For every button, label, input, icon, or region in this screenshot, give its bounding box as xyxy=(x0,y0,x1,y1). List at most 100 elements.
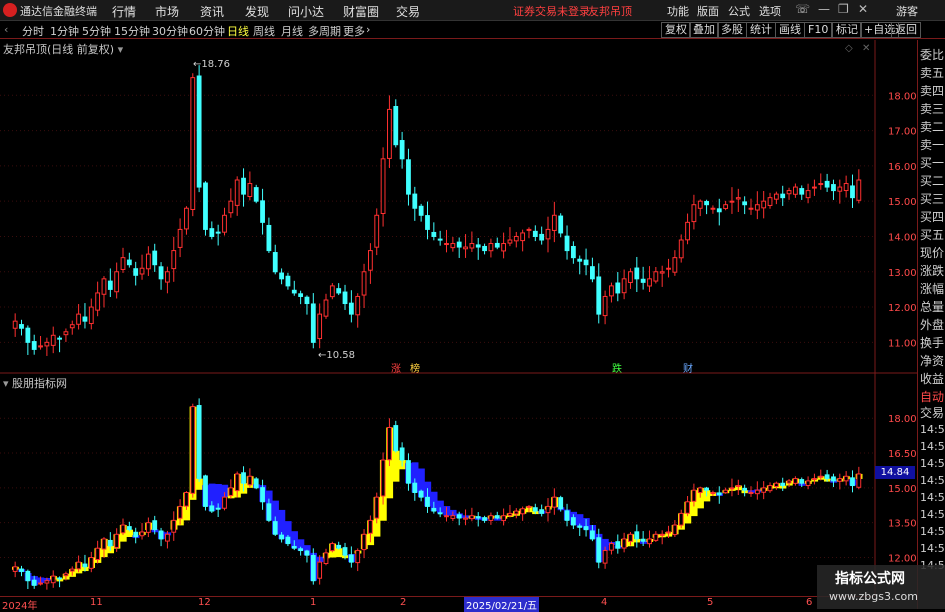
panel-trade-label[interactable]: 交易 xyxy=(920,404,944,421)
candle-body xyxy=(228,200,234,214)
marker-dragon-tiger-list[interactable]: 榜 xyxy=(410,360,420,375)
candle-body xyxy=(57,577,62,580)
candle-body xyxy=(342,547,348,556)
candle-body xyxy=(628,271,633,283)
candle-body xyxy=(558,215,564,234)
price-tick-label: 11.00 xyxy=(888,338,917,349)
candle-body xyxy=(818,183,824,186)
candle-body xyxy=(767,197,773,206)
candle-body xyxy=(114,533,120,548)
tick-time: 14:56 xyxy=(920,525,945,538)
candle-body xyxy=(716,492,722,496)
candle-body xyxy=(850,477,855,487)
candle-body xyxy=(50,334,56,346)
candle-body xyxy=(387,427,392,461)
candle-body xyxy=(678,239,684,259)
marker-limit-up[interactable]: 涨 xyxy=(391,360,401,375)
candle-body xyxy=(209,228,215,237)
candle-body xyxy=(520,508,526,515)
sub-chart-title: 股朋指标网 xyxy=(12,377,68,390)
panel-label-outer: 外盘 xyxy=(920,318,945,332)
candle-body xyxy=(659,533,665,536)
candle-body xyxy=(691,489,697,502)
candle-body xyxy=(374,214,380,248)
candle-body xyxy=(228,487,234,496)
price-tick-label: 16.00 xyxy=(888,162,917,173)
candle-body xyxy=(501,515,507,522)
candle-body xyxy=(120,257,126,270)
candle-body xyxy=(628,533,633,542)
candle-body xyxy=(95,292,101,311)
sub-header-dropdown-icon[interactable]: ▾ xyxy=(3,377,9,390)
candle-body xyxy=(742,201,748,206)
marker-finance[interactable]: 财 xyxy=(683,360,693,375)
candle-body xyxy=(824,474,830,480)
candle-body xyxy=(564,235,570,252)
candle-body xyxy=(241,472,246,484)
candle-body xyxy=(532,507,538,512)
candle-body xyxy=(139,267,145,275)
header-dropdown-icon[interactable]: ▾ xyxy=(118,43,124,56)
candle-body xyxy=(653,533,659,541)
kline-chart[interactable]: 18.00 17.00 16.00 15.00 14.00 13.00 12.00 11.00… xyxy=(0,0,945,609)
candle-body xyxy=(101,538,107,550)
candle-body xyxy=(177,228,183,248)
candle-body xyxy=(685,221,690,241)
candle-body xyxy=(532,230,538,237)
date-axis: 2024年 11 12 1 2 2025/02/21/五 4 5 6 xyxy=(0,596,875,612)
candle-body xyxy=(69,568,75,572)
candle-body xyxy=(165,271,170,283)
candle-body xyxy=(412,482,418,494)
candle-body xyxy=(773,193,779,200)
candle-body xyxy=(12,320,18,329)
candle-body xyxy=(697,200,703,209)
high-price-label: ←18.76 xyxy=(193,59,231,70)
candle-body xyxy=(126,526,132,531)
price-tick-label: 12.00 xyxy=(888,303,917,314)
candle-body xyxy=(348,302,354,315)
panel-label-ask1: 卖一 xyxy=(920,138,945,152)
candle-body xyxy=(450,243,456,249)
price-tick-label: 15.00 xyxy=(888,484,917,495)
candle-body xyxy=(697,487,703,494)
candle-body xyxy=(463,246,468,250)
candle-body xyxy=(754,489,760,495)
candle-body xyxy=(805,190,811,199)
candle-body xyxy=(513,510,519,515)
panel-auto-label[interactable]: 自动 xyxy=(920,388,944,405)
candle-body xyxy=(621,278,627,294)
candle-body xyxy=(171,250,177,270)
candle-body xyxy=(82,563,88,568)
tick-time: 14:56 xyxy=(920,474,945,487)
candle-body xyxy=(609,543,614,551)
candle-body xyxy=(666,531,671,534)
marker-fall[interactable]: 跌 xyxy=(612,360,622,375)
candle-body xyxy=(456,514,462,519)
candle-body xyxy=(602,550,608,564)
candle-body xyxy=(285,536,291,545)
indicator-band xyxy=(392,450,400,482)
candle-body xyxy=(551,496,557,508)
current-price-tag: 14.84 xyxy=(875,466,915,479)
candle-body xyxy=(792,478,798,484)
candle-body xyxy=(609,285,614,297)
candle-body xyxy=(165,533,170,542)
candle-body xyxy=(69,324,75,329)
candle-body xyxy=(754,204,760,211)
selected-date-label: 2025/02/21/五 xyxy=(464,597,540,612)
main-chart-collapse-icon[interactable]: ◇ xyxy=(845,43,853,54)
candle-body xyxy=(44,580,50,584)
main-chart-close-icon[interactable]: ✕ xyxy=(862,43,870,54)
date-label: 6 xyxy=(806,597,813,608)
panel-label-bid3: 买三 xyxy=(920,192,945,206)
candle-body xyxy=(133,531,139,538)
candle-body xyxy=(304,550,310,556)
candle-body xyxy=(799,479,805,484)
candle-body xyxy=(367,519,373,534)
candle-body xyxy=(570,517,576,526)
panel-label-ask3: 卖三 xyxy=(920,102,945,116)
candle-body xyxy=(82,316,88,322)
candle-body xyxy=(304,296,310,305)
tick-time: 14:56 xyxy=(920,542,945,555)
candle-body xyxy=(818,475,824,478)
